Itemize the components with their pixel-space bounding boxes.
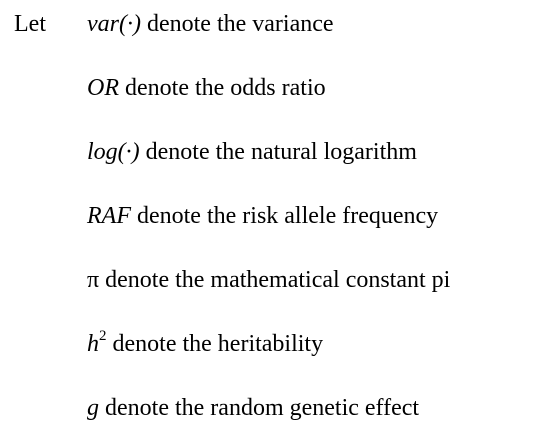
definition-text-logarithm: denote the natural logarithm [139, 139, 417, 165]
definition-logarithm: log(·) denote the natural logarithm [87, 138, 417, 166]
symbol-variance: var(·) [87, 11, 141, 37]
definition-variance: var(·) denote the variance [87, 10, 334, 38]
definition-odds-ratio: OR denote the odds ratio [87, 74, 326, 102]
symbol-pi: π [87, 267, 100, 293]
symbol-odds-ratio: OR [87, 75, 119, 101]
definition-risk-allele-frequency: RAF denote the risk allele frequency [87, 202, 438, 230]
definition-text-risk-allele-frequency: denote the risk allele frequency [130, 203, 439, 229]
symbol-risk-allele-frequency: RAF [87, 203, 131, 229]
definition-text-pi: denote the mathematical constant pi [99, 267, 451, 293]
symbol-logarithm: log(·) [87, 139, 140, 165]
definitions-document: Let var(·) denote the variance OR denote… [0, 0, 545, 443]
definition-text-variance: denote the variance [140, 11, 334, 37]
definition-pi: π denote the mathematical constant pi [87, 266, 450, 294]
definition-text-odds-ratio: denote the odds ratio [119, 75, 326, 101]
definition-text-heritability: denote the heritability [106, 331, 324, 357]
intro-word: Let [14, 11, 46, 37]
symbol-genetic-effect: g [87, 395, 99, 421]
symbol-heritability: h [87, 331, 99, 357]
definition-genetic-effect: g denote the random genetic effect [87, 394, 419, 422]
definition-text-genetic-effect: denote the random genetic effect [99, 395, 420, 421]
superscript-heritability: 2 [99, 328, 107, 344]
definition-heritability: h2 denote the heritability [87, 328, 324, 358]
